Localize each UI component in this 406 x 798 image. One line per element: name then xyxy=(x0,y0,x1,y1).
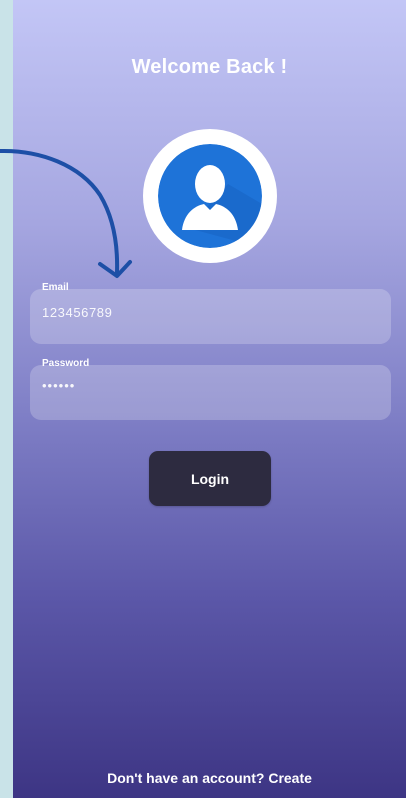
signup-prompt: Don't have an account? Create xyxy=(13,770,406,786)
password-label: Password xyxy=(42,358,90,369)
login-button[interactable]: Login xyxy=(149,451,271,506)
password-field[interactable]: •••••• xyxy=(30,365,391,420)
user-icon xyxy=(158,144,262,248)
create-account-link[interactable]: Create xyxy=(268,770,312,786)
login-screen: Welcome Back ! Email •••••• Password Log… xyxy=(13,0,406,798)
page-title: Welcome Back ! xyxy=(131,56,288,78)
avatar xyxy=(143,129,277,263)
email-field[interactable] xyxy=(30,289,391,344)
stage: Welcome Back ! Email •••••• Password Log… xyxy=(0,0,406,798)
email-input[interactable] xyxy=(42,305,379,320)
email-label: Email xyxy=(42,282,69,293)
signup-prompt-text: Don't have an account? xyxy=(107,770,265,786)
password-input[interactable]: •••••• xyxy=(42,378,379,393)
